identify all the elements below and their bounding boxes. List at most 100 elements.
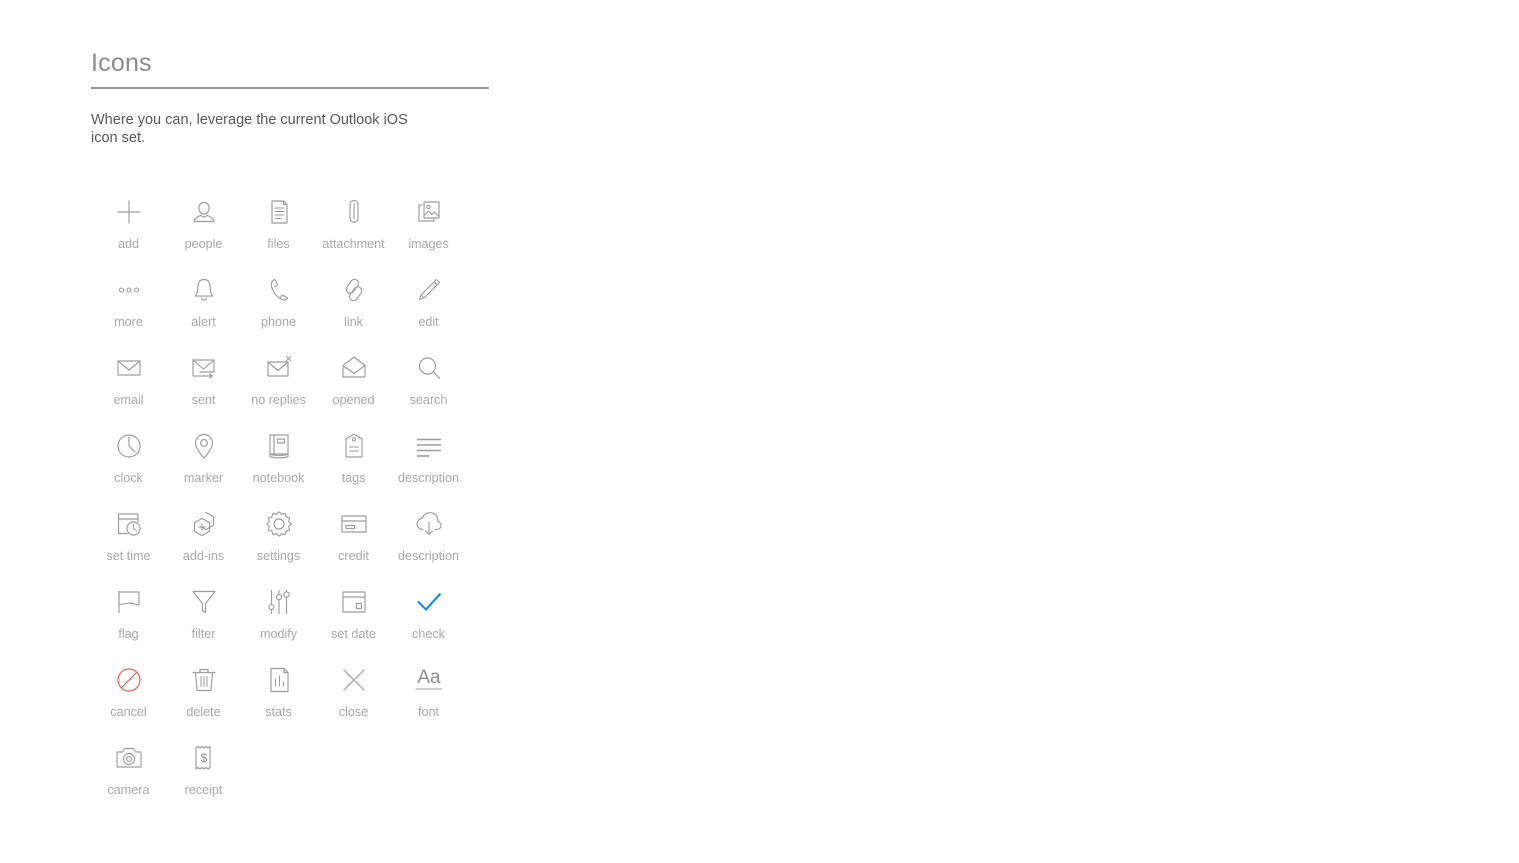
icon-cell-camera[interactable]: camera [91,739,166,817]
icon-label: no replies [251,393,306,407]
icon-label: settings [256,549,301,563]
icon-cell-font[interactable]: Aa font [391,661,466,739]
set-date-icon [334,583,374,621]
icon-label: font [417,705,439,719]
icon-cell-flag[interactable]: flag [91,583,166,661]
icon-cell-email[interactable]: email [91,349,166,427]
font-icon-text: Aa [417,667,441,688]
icon-cell-modify[interactable]: modify [241,583,316,661]
icon-label: link [344,315,363,329]
font-icon: Aa [409,661,449,699]
icon-label: sent [191,393,216,407]
icon-cell-search[interactable]: search [391,349,466,427]
icon-cell-set-date[interactable]: set date [316,583,391,661]
icon-cell-filter[interactable]: filter [166,583,241,661]
icon-label: more [114,315,143,329]
icon-cell-delete[interactable]: delete [166,661,241,739]
icon-label: camera [107,783,150,797]
icon-label: description [398,471,459,485]
icon-cell-tags[interactable]: tags [316,427,391,505]
icon-cell-clock[interactable]: clock [91,427,166,505]
icon-cell-people[interactable]: people [166,193,241,271]
icon-cell-check[interactable]: check [391,583,466,661]
icon-cell-settings[interactable]: settings [241,505,316,583]
icon-label: set date [331,627,376,641]
images-icon [409,193,449,231]
delete-icon [184,661,224,699]
cancel-icon [109,661,149,699]
flag-icon [109,583,149,621]
icon-label: phone [260,315,297,329]
title-divider [91,87,489,89]
icon-cell-sent[interactable]: sent [166,349,241,427]
icon-cell-more[interactable]: more [91,271,166,349]
email-icon [109,349,149,387]
icon-label: cancel [110,705,147,719]
icon-label: description [398,549,459,563]
icon-label: email [113,393,144,407]
icon-cell-add[interactable]: add [91,193,166,271]
set-time-icon [109,505,149,543]
icon-cell-description-lines[interactable]: description [391,427,466,505]
icon-cell-files[interactable]: files [241,193,316,271]
icon-cell-description-cloud[interactable]: description [391,505,466,583]
icon-label: notebook [252,471,305,485]
icon-cell-opened[interactable]: opened [316,349,391,427]
icon-label: images [408,237,449,251]
opened-icon [334,349,374,387]
icon-cell-set-time[interactable]: set time [91,505,166,583]
phone-icon [259,271,299,309]
icon-label: modify [259,627,298,641]
icon-cell-link[interactable]: link [316,271,391,349]
icon-cell-stats[interactable]: stats [241,661,316,739]
icon-label: filter [191,627,216,641]
icon-cell-edit[interactable]: edit [391,271,466,349]
icon-grid: add people files attachment images more … [91,193,511,817]
files-icon [259,193,299,231]
notebook-icon [259,427,299,465]
check-icon [409,583,449,621]
more-icon [109,271,149,309]
icon-label: receipt [184,783,223,797]
edit-icon [409,271,449,309]
icon-label: marker [183,471,224,485]
icon-cell-phone[interactable]: phone [241,271,316,349]
marker-icon [184,427,224,465]
icon-cell-add-ins[interactable]: add-ins [166,505,241,583]
icon-label: flag [118,627,139,641]
icon-cell-notebook[interactable]: notebook [241,427,316,505]
icon-cell-close[interactable]: close [316,661,391,739]
icon-label: edit [418,315,439,329]
icon-label: files [267,237,290,251]
modify-icon [259,583,299,621]
settings-icon [259,505,299,543]
page-root: Icons Where you can, leverage the curren… [0,0,1519,863]
icon-label: stats [265,705,292,719]
icon-cell-credit[interactable]: credit [316,505,391,583]
people-icon [184,193,224,231]
icon-cell-images[interactable]: images [391,193,466,271]
content-column: Icons Where you can, leverage the curren… [91,48,511,817]
icon-cell-attachment[interactable]: attachment [316,193,391,271]
close-icon [334,661,374,699]
icon-label: attachment [322,237,385,251]
no-replies-icon [259,349,299,387]
icon-cell-marker[interactable]: marker [166,427,241,505]
icon-cell-alert[interactable]: alert [166,271,241,349]
camera-icon [109,739,149,777]
filter-icon [184,583,224,621]
attachment-icon [334,193,374,231]
icon-cell-no-replies[interactable]: no replies [241,349,316,427]
icon-label: set time [106,549,151,563]
icon-label: search [409,393,448,407]
icon-label: credit [338,549,369,563]
receipt-icon-text: $ [200,751,207,765]
icon-label: opened [332,393,375,407]
intro-paragraph: Where you can, leverage the current Outl… [91,112,408,146]
search-icon [409,349,449,387]
icon-label: clock [114,471,143,485]
icon-cell-cancel[interactable]: cancel [91,661,166,739]
icon-cell-receipt[interactable]: $ receipt [166,739,241,817]
icon-label: close [338,705,369,719]
alert-icon [184,271,224,309]
